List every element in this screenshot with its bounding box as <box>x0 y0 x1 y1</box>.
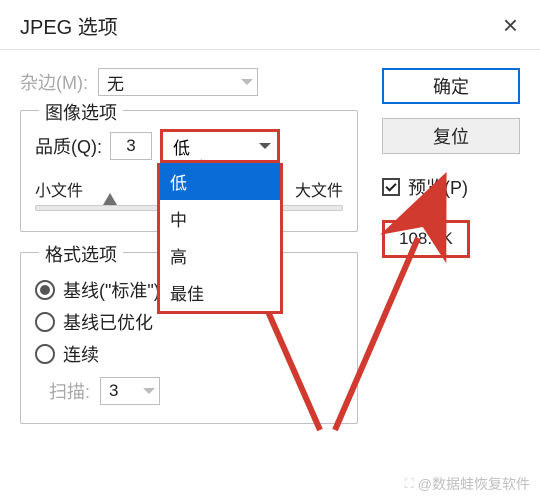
format-options-legend: 格式选项 <box>39 241 123 267</box>
radio-label: 基线已优化 <box>63 309 153 335</box>
matte-value: 无 <box>107 70 124 95</box>
right-column: 确定 复位 预览(P) 108.1K <box>382 68 520 258</box>
radio-icon <box>35 280 55 300</box>
ok-button[interactable]: 确定 <box>382 68 520 104</box>
preset-option-high[interactable]: 高 <box>160 237 280 274</box>
quality-value: 3 <box>126 136 135 156</box>
radio-icon <box>35 312 55 332</box>
checkmark-icon <box>385 180 396 191</box>
quality-preset-wrap: 低 低 中 高 最佳 <box>160 129 280 163</box>
preview-label: 预览(P) <box>408 174 468 200</box>
quality-row: 品质(Q): 3 低 低 中 高 最佳 <box>35 129 343 163</box>
scans-label: 扫描: <box>49 378 90 404</box>
preview-checkbox-row[interactable]: 预览(P) <box>382 174 520 200</box>
quality-preset-value: 低 <box>173 134 190 159</box>
quality-preset-select[interactable]: 低 <box>160 129 280 163</box>
reset-label: 复位 <box>433 123 469 149</box>
small-file-label: 小文件 <box>35 177 83 201</box>
scans-select[interactable]: 3 <box>100 377 160 405</box>
image-options-legend: 图像选项 <box>39 99 123 125</box>
radio-label: 基线("标准") <box>63 277 160 303</box>
window-title: JPEG 选项 <box>20 11 118 40</box>
watermark: ⛶ @数据蛙恢复软件 <box>405 474 530 494</box>
ok-label: 确定 <box>433 73 469 99</box>
reset-button[interactable]: 复位 <box>382 118 520 154</box>
matte-label: 杂边(M): <box>20 69 88 95</box>
image-options-fieldset: 图像选项 品质(Q): 3 低 低 中 高 最佳 小文件 大文件 <box>20 110 358 232</box>
chevron-down-icon <box>241 79 253 85</box>
large-file-label: 大文件 <box>295 177 343 201</box>
quality-input[interactable]: 3 <box>110 132 152 160</box>
checkbox-icon <box>382 178 400 196</box>
matte-select[interactable]: 无 <box>98 68 258 96</box>
scans-value: 3 <box>109 381 118 401</box>
chevron-down-icon <box>143 388 155 394</box>
chevron-down-icon <box>259 143 271 149</box>
slider-thumb-icon[interactable] <box>103 193 117 205</box>
radio-progressive[interactable]: 连续 <box>35 341 343 367</box>
preset-option-medium[interactable]: 中 <box>160 200 280 237</box>
quality-preset-dropdown: 低 中 高 最佳 <box>157 163 283 314</box>
scans-row: 扫描: 3 <box>49 377 343 405</box>
preset-option-low[interactable]: 低 <box>160 163 280 200</box>
radio-label: 连续 <box>63 341 99 367</box>
radio-dot-icon <box>40 285 50 295</box>
titlebar: JPEG 选项 × <box>0 0 540 50</box>
preset-option-best[interactable]: 最佳 <box>160 274 280 311</box>
close-icon[interactable]: × <box>497 10 524 41</box>
file-size-display: 108.1K <box>382 220 470 258</box>
radio-icon <box>35 344 55 364</box>
watermark-icon: ⛶ <box>405 476 414 492</box>
watermark-text: @数据蛙恢复软件 <box>418 474 530 494</box>
quality-label: 品质(Q): <box>35 133 102 159</box>
